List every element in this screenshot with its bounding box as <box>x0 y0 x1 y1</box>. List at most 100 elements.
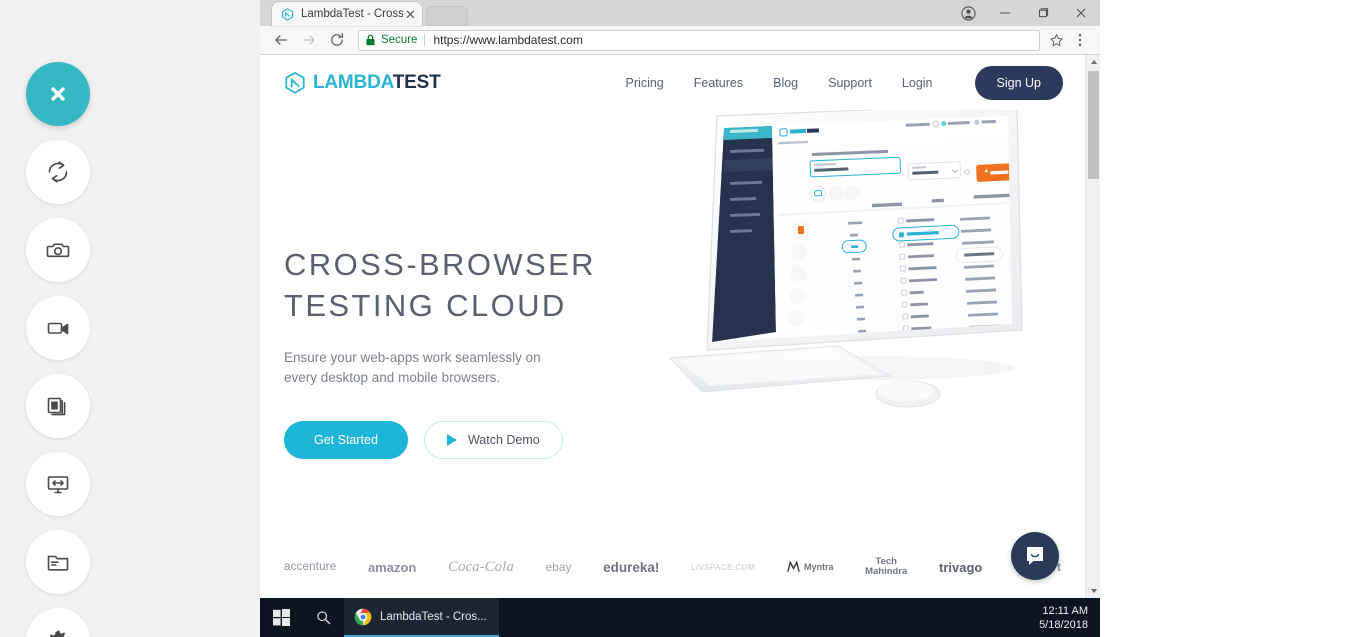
bookmark-button[interactable] <box>1044 28 1068 52</box>
resolution-button[interactable] <box>26 452 90 516</box>
reload-icon <box>331 32 344 46</box>
forward-arrow-icon <box>303 35 315 45</box>
browser-toolbar: Secure https://www.lambdatest.com <box>260 26 1100 55</box>
maximize-button[interactable] <box>1024 0 1062 26</box>
browser-tab-title: LambdaTest - Cross Brow <box>301 8 403 20</box>
lock-icon <box>365 34 376 46</box>
nav-item-blog[interactable]: Blog <box>773 76 798 90</box>
video-camera-icon <box>47 322 69 335</box>
chat-bubble-icon <box>1027 547 1043 565</box>
site-nav: Pricing Features Blog Support Login Sign… <box>626 65 1063 100</box>
settings-button[interactable] <box>26 608 90 637</box>
logo-edureka: edureka! <box>603 559 660 575</box>
folder-icon <box>47 555 69 571</box>
close-session-button[interactable] <box>26 62 90 126</box>
monitor-mockup-illustration <box>668 110 1023 408</box>
logo-livspace: LIVSPACE.COM <box>691 562 756 572</box>
hero-section: CROSS-BROWSER TESTING CLOUD Ensure your … <box>260 110 1085 570</box>
desktop: LambdaTest - Cross Brow ✕ <box>0 0 1359 637</box>
nav-item-support[interactable]: Support <box>828 76 872 90</box>
sync-rotate-icon <box>48 161 68 183</box>
scrollbar-thumb[interactable] <box>1088 71 1099 179</box>
windows-start-icon <box>272 609 290 626</box>
camera-icon <box>46 243 70 258</box>
hero-title: CROSS-BROWSER TESTING CLOUD <box>284 247 596 323</box>
rotate-button[interactable] <box>26 140 90 204</box>
window-controls <box>950 0 1100 26</box>
star-icon <box>1049 33 1063 46</box>
browser-tab-lambdatest[interactable]: LambdaTest - Cross Brow ✕ <box>272 2 422 26</box>
gear-icon <box>49 630 66 637</box>
chrome-browser-window: LambdaTest - Cross Brow ✕ <box>260 0 1100 598</box>
nav-item-login[interactable]: Login <box>902 76 933 90</box>
taskbar-item-chrome[interactable]: LambdaTest - Cros... <box>344 598 499 637</box>
nav-item-pricing[interactable]: Pricing <box>626 76 664 90</box>
record-video-button[interactable] <box>26 296 90 360</box>
get-started-button[interactable]: Get Started <box>284 421 408 459</box>
logo-ebay: ebay <box>545 560 572 574</box>
clock-date: 5/18/2018 <box>1039 618 1088 631</box>
watch-demo-button[interactable]: Watch Demo <box>423 421 563 459</box>
forward-button[interactable] <box>296 27 322 53</box>
screenshot-button[interactable] <box>26 218 90 282</box>
maximize-icon <box>1039 8 1049 18</box>
chevron-down-icon <box>1090 589 1097 593</box>
search-icon <box>316 611 330 625</box>
play-icon <box>446 434 457 446</box>
clock-time: 12:11 AM <box>1042 604 1088 617</box>
signup-button[interactable]: Sign Up <box>974 65 1063 100</box>
lambdatest-logo-icon <box>285 71 305 94</box>
site-header: LAMBDATEST Pricing Features Blog Support… <box>260 55 1085 110</box>
site-logo[interactable]: LAMBDATEST <box>284 71 441 95</box>
logo-accenture: accenture <box>284 561 337 573</box>
brand-wordmark: LAMBDATEST <box>313 71 441 94</box>
omnibox-divider <box>424 33 426 47</box>
logo-amazon: amazon <box>367 559 417 575</box>
tab-close-icon[interactable]: ✕ <box>403 7 418 22</box>
scrollbar-down-arrow[interactable] <box>1086 584 1100 598</box>
address-bar[interactable]: Secure https://www.lambdatest.com <box>358 29 1040 51</box>
new-tab-button[interactable] <box>426 6 468 26</box>
chrome-menu-button[interactable] <box>1068 28 1092 52</box>
monitor-resize-icon <box>47 476 69 494</box>
security-status-label: Secure <box>381 34 418 46</box>
close-window-button[interactable] <box>1062 0 1100 26</box>
brand-test-text: TEST <box>392 71 441 93</box>
floating-tool-rail <box>26 62 92 637</box>
hero-product-mockup <box>660 110 1060 410</box>
padlock-icon <box>366 34 375 46</box>
back-arrow-icon <box>275 35 287 45</box>
hero-copy: CROSS-BROWSER TESTING CLOUD Ensure your … <box>284 244 614 459</box>
lambdatest-page: LAMBDATEST Pricing Features Blog Support… <box>260 55 1085 598</box>
intercom-chat-launcher[interactable] <box>1011 532 1059 580</box>
back-button[interactable] <box>268 27 294 53</box>
files-button[interactable] <box>26 530 90 594</box>
profile-icon <box>960 5 976 21</box>
taskbar-search-button[interactable] <box>302 598 344 637</box>
nav-item-features[interactable]: Features <box>694 76 743 90</box>
scrollbar-up-arrow[interactable] <box>1086 55 1100 69</box>
layers-copy-icon <box>47 397 66 416</box>
close-x-icon <box>51 87 65 101</box>
browser-title-bar: LambdaTest - Cross Brow ✕ <box>260 0 1100 26</box>
full-page-screenshot-button[interactable] <box>26 374 90 438</box>
three-dot-menu-icon <box>1078 34 1082 46</box>
windows-taskbar: LambdaTest - Cros... 12:11 AM 5/18/2018 <box>260 598 1100 637</box>
taskbar-clock[interactable]: 12:11 AM 5/18/2018 <box>1039 604 1100 632</box>
reload-button[interactable] <box>324 27 350 53</box>
page-scrollbar[interactable] <box>1085 55 1100 598</box>
desktop-background-right <box>1100 0 1359 637</box>
minimize-icon <box>1000 12 1010 14</box>
chrome-icon <box>354 608 372 625</box>
hero-subtitle: Ensure your web-apps work seamlessly on … <box>284 350 541 385</box>
logo-myntra: Myntra <box>787 561 833 573</box>
minimize-button[interactable] <box>986 0 1024 26</box>
logo-tech-mahindra: Tech Mahindra <box>865 556 908 577</box>
url-text[interactable]: https://www.lambdatest.com <box>433 33 582 47</box>
lambdatest-favicon <box>281 7 294 21</box>
watch-demo-label: Watch Demo <box>467 433 540 447</box>
logo-coca-cola: Coca-Cola <box>448 558 514 575</box>
start-button[interactable] <box>260 598 302 637</box>
taskbar-item-label: LambdaTest - Cros... <box>380 610 487 623</box>
profile-button[interactable] <box>950 0 986 26</box>
